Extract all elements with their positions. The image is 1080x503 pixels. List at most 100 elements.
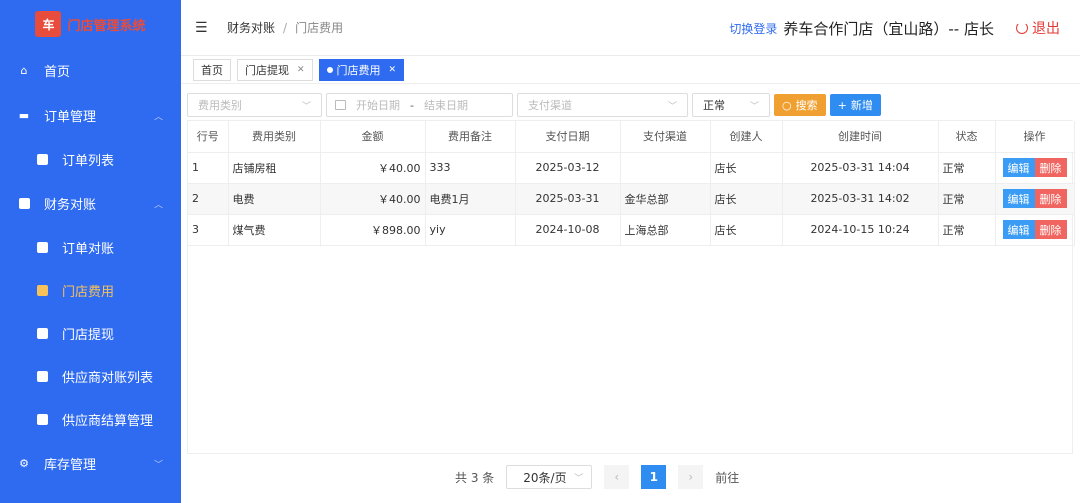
col-header: 状态 bbox=[938, 121, 996, 153]
total-count: 共 3 条 bbox=[455, 470, 495, 485]
prev-page-button[interactable]: ‹ bbox=[604, 465, 630, 489]
cell-actions: 编辑 删除 bbox=[995, 183, 1075, 215]
delete-button[interactable]: 删除 bbox=[1034, 189, 1067, 208]
sidebar: 车 门店管理系统 ⌂ 首页 ▬ 订单管理 ︿ 订单列表 财务对账 ︿ 订单对账 … bbox=[0, 0, 181, 503]
page-number-1[interactable]: 1 bbox=[641, 465, 667, 489]
delete-button[interactable]: 删除 bbox=[1034, 158, 1067, 177]
cell-category: 电费 bbox=[228, 183, 321, 215]
table-row: 2 电费 ￥40.00 电费1月 2025-03-31 金华总部 店长 2025… bbox=[188, 183, 1075, 215]
date-range-picker[interactable]: 开始日期 - 结束日期 bbox=[326, 93, 513, 117]
sidebar-item-inventory[interactable]: ⚙ 库存管理 ﹀ bbox=[0, 441, 181, 486]
sidebar-item-label: 财务对账 bbox=[44, 198, 97, 213]
edit-button[interactable]: 编辑 bbox=[1002, 189, 1035, 208]
chevron-left-icon: ‹ bbox=[614, 470, 620, 484]
add-button[interactable]: + 新增 bbox=[829, 94, 881, 116]
menu-toggle-icon[interactable]: ☰ bbox=[195, 20, 209, 36]
gear-icon: ⚙ bbox=[19, 457, 29, 470]
channel-select[interactable]: 支付渠道 ﹀ bbox=[517, 93, 688, 117]
cell-note: 333 bbox=[425, 152, 516, 184]
cell-index: 1 bbox=[188, 152, 229, 184]
col-header: 支付渠道 bbox=[620, 121, 711, 153]
category-select[interactable]: 费用类别 ﹀ bbox=[187, 93, 322, 117]
cell-created-time: 2024-10-15 10:24 bbox=[782, 214, 939, 246]
sidebar-item-supplier-settlement[interactable]: 供应商结算管理 bbox=[0, 398, 181, 441]
tab-store-withdraw[interactable]: 门店提现 ✕ bbox=[237, 58, 313, 81]
header-right: 切换登录 养车合作门店（宜山路）-- 店长 退出 bbox=[729, 0, 1060, 56]
sidebar-item-finance[interactable]: 财务对账 ︿ bbox=[0, 181, 181, 226]
cell-status: 正常 bbox=[938, 214, 996, 246]
cell-actions: 编辑 删除 bbox=[995, 214, 1075, 246]
square-icon bbox=[36, 242, 48, 254]
table-row: 1 店铺房租 ￥40.00 333 2025-03-12 店长 2025-03-… bbox=[188, 152, 1075, 184]
search-icon: ○ bbox=[782, 98, 792, 112]
tab-label: 首页 bbox=[201, 63, 223, 77]
cell-creator: 店长 bbox=[710, 214, 783, 246]
tab-store-expense[interactable]: 门店费用 ✕ bbox=[318, 58, 405, 81]
close-icon[interactable]: ✕ bbox=[297, 65, 305, 75]
sidebar-item-order-list[interactable]: 订单列表 bbox=[0, 138, 181, 181]
chevron-down-icon: ﹀ bbox=[153, 460, 163, 470]
close-icon[interactable]: ✕ bbox=[389, 65, 397, 75]
sidebar-item-label: 首页 bbox=[44, 65, 71, 80]
cell-creator: 店长 bbox=[710, 183, 783, 215]
sidebar-item-supplier-reconcile[interactable]: 供应商对账列表 bbox=[0, 355, 181, 398]
chevron-up-icon: ︿ bbox=[153, 112, 163, 122]
tab-label: 门店提现 bbox=[245, 63, 289, 77]
switch-login-link[interactable]: 切换登录 bbox=[729, 20, 777, 37]
cell-pay-date: 2024-10-08 bbox=[515, 214, 621, 246]
wallet-icon bbox=[36, 285, 48, 297]
cell-pay-date: 2025-03-31 bbox=[515, 183, 621, 215]
sidebar-item-label: 门店提现 bbox=[62, 328, 115, 343]
table-header-row: 行号 费用类别 金额 费用备注 支付日期 支付渠道 创建人 创建时间 状态 操作 bbox=[188, 121, 1075, 153]
square-icon bbox=[18, 198, 30, 210]
chevron-down-icon: ﹀ bbox=[574, 473, 584, 484]
page-size-select[interactable]: 20条/页 ﹀ bbox=[506, 465, 593, 489]
table-row: 3 煤气费 ￥898.00 yiy 2024-10-08 上海总部 店长 202… bbox=[188, 214, 1075, 246]
sidebar-item-label: 订单对账 bbox=[62, 242, 115, 257]
edit-button[interactable]: 编辑 bbox=[1002, 220, 1035, 239]
breadcrumb-current: 门店费用 bbox=[295, 21, 344, 35]
status-select[interactable]: 正常 ﹀ bbox=[692, 93, 770, 117]
col-header: 费用类别 bbox=[228, 121, 321, 153]
logout-button[interactable]: 退出 bbox=[1016, 18, 1060, 38]
sidebar-item-store-expense[interactable]: 门店费用 bbox=[0, 269, 181, 312]
delete-button[interactable]: 删除 bbox=[1034, 220, 1067, 239]
square-icon bbox=[36, 414, 48, 426]
col-header: 操作 bbox=[995, 121, 1075, 153]
store-name: 养车合作门店（宜山路）-- 店长 bbox=[783, 19, 994, 38]
cell-status: 正常 bbox=[938, 183, 996, 215]
tab-home[interactable]: 首页 bbox=[193, 58, 231, 81]
goto-label: 前往 bbox=[715, 470, 740, 485]
chevron-down-icon: ﹀ bbox=[667, 101, 677, 112]
chevron-down-icon: ﹀ bbox=[749, 101, 759, 112]
cell-created-time: 2025-03-31 14:04 bbox=[782, 152, 939, 184]
sidebar-item-label: 门店费用 bbox=[62, 285, 115, 300]
sidebar-item-orders[interactable]: ▬ 订单管理 ︿ bbox=[0, 93, 181, 138]
end-date-input[interactable]: 结束日期 bbox=[424, 97, 468, 113]
logo: 车 门店管理系统 bbox=[0, 0, 181, 48]
calendar-icon bbox=[335, 100, 346, 110]
start-date-input[interactable]: 开始日期 bbox=[356, 97, 400, 113]
cell-amount: ￥40.00 bbox=[320, 183, 426, 215]
next-page-button[interactable]: › bbox=[678, 465, 704, 489]
cell-channel bbox=[620, 152, 711, 184]
sidebar-item-order-reconcile[interactable]: 订单对账 bbox=[0, 226, 181, 269]
tab-label: 门店费用 bbox=[336, 63, 381, 77]
cell-index: 3 bbox=[188, 214, 229, 246]
page-size-value: 20条/页 bbox=[523, 470, 567, 485]
breadcrumb-finance[interactable]: 财务对账 bbox=[227, 19, 275, 36]
plus-icon: + bbox=[837, 98, 847, 112]
cell-note: 电费1月 bbox=[425, 183, 516, 215]
col-header: 支付日期 bbox=[515, 121, 621, 153]
search-button[interactable]: ○ 搜索 bbox=[774, 94, 826, 116]
edit-button[interactable]: 编辑 bbox=[1002, 158, 1035, 177]
active-dot-icon bbox=[326, 66, 333, 73]
sidebar-item-home[interactable]: ⌂ 首页 bbox=[0, 48, 181, 93]
sidebar-item-store-withdraw[interactable]: 门店提现 bbox=[0, 312, 181, 355]
col-header: 行号 bbox=[188, 121, 229, 153]
cell-creator: 店长 bbox=[710, 152, 783, 184]
car-logo-icon: 车 bbox=[35, 11, 62, 37]
chevron-right-icon: › bbox=[688, 470, 694, 484]
filter-bar: 费用类别 ﹀ 开始日期 - 结束日期 支付渠道 ﹀ 正常 ﹀ ○ 搜索 + 新增 bbox=[187, 93, 881, 117]
sidebar-item-label: 供应商对账列表 bbox=[62, 371, 154, 386]
